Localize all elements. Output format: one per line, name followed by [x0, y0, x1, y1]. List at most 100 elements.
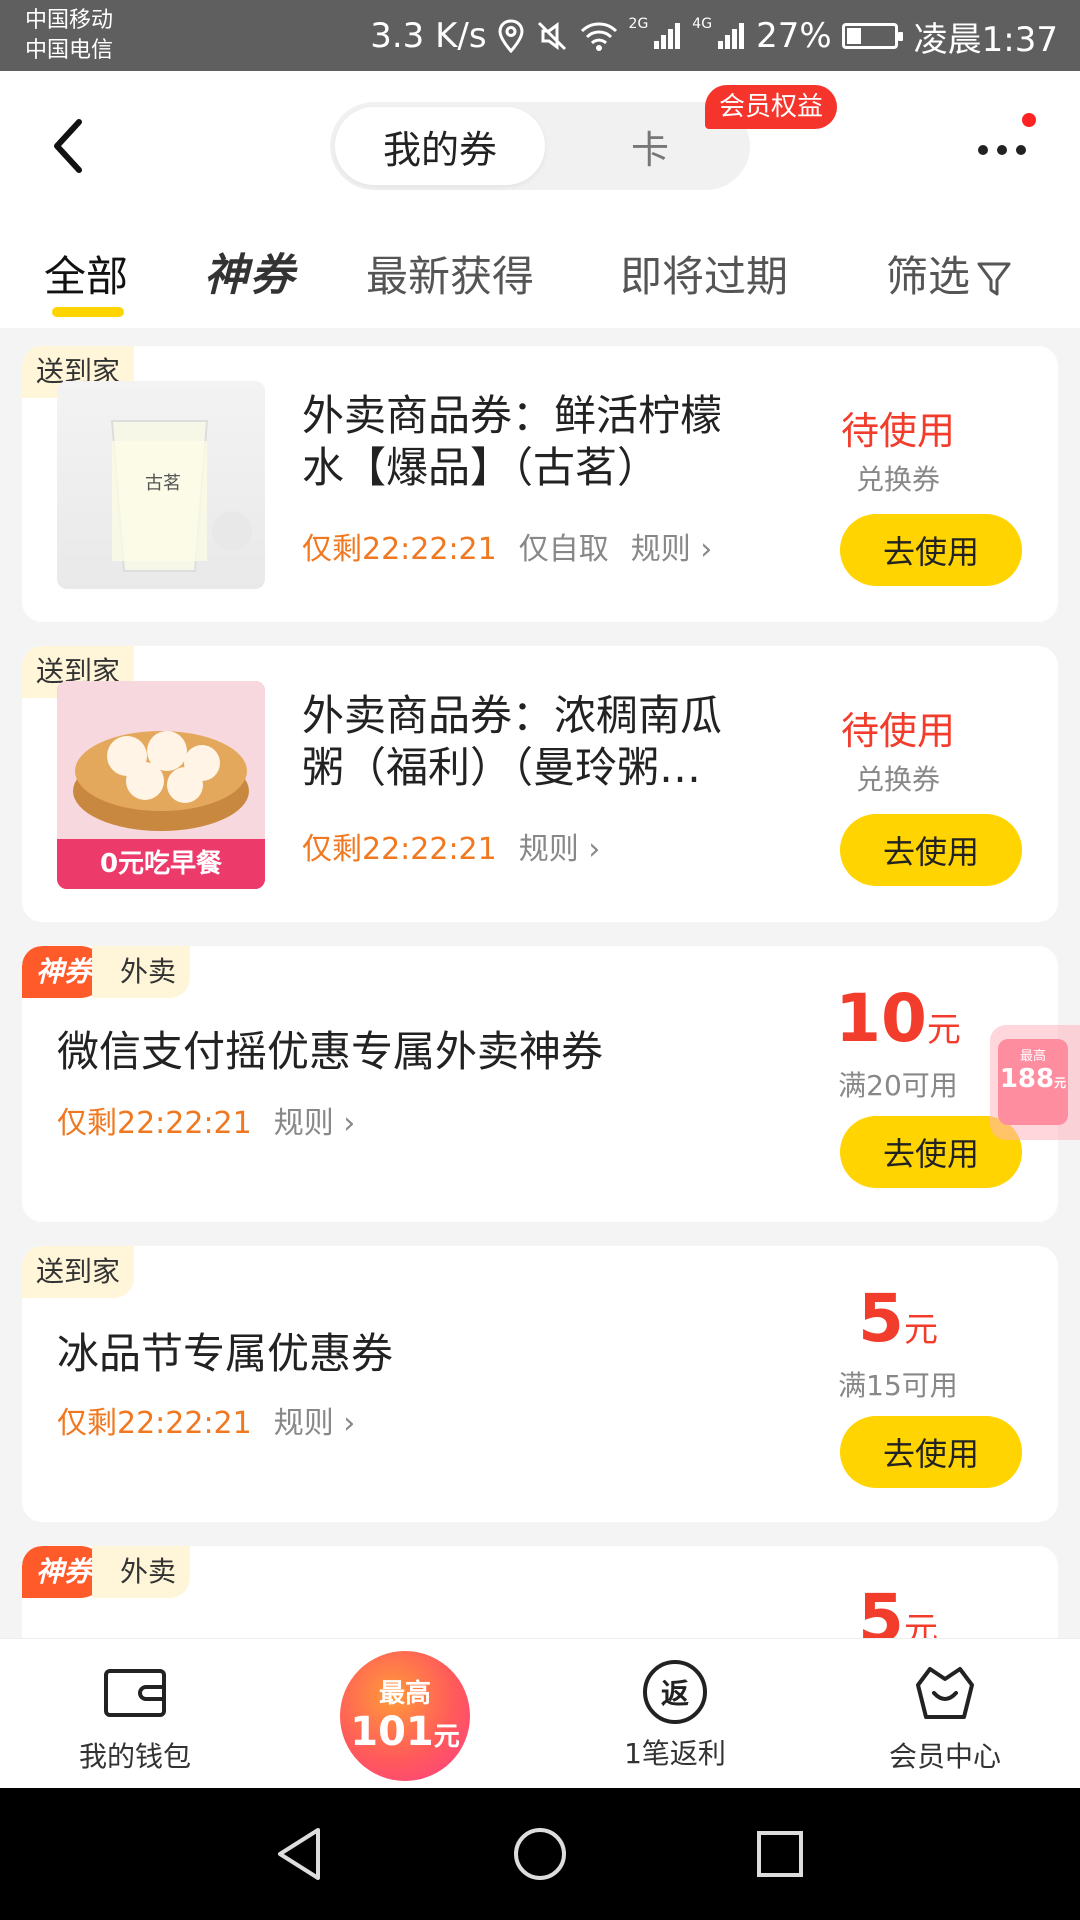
coupon-card[interactable]: 送到家 冰品节专属优惠券 仅剩22:22:21 规则 › 5元 满15可用 去使用 — [22, 1246, 1058, 1522]
coupon-card-switch: 我的券 卡 — [330, 102, 750, 190]
nav-member-center[interactable]: 会员中心 — [860, 1657, 1030, 1775]
amount-value: 5 — [858, 1580, 904, 1638]
nav-wallet-label: 我的钱包 — [78, 1740, 191, 1773]
coupon-title-line1: 外卖商品券：鲜活柠檬 — [302, 391, 723, 440]
rules-link[interactable]: 规则 › — [274, 1406, 356, 1441]
nav-member-label: 会员中心 — [888, 1740, 1001, 1773]
signal-type-2: 4G — [692, 16, 713, 32]
use-coupon-button[interactable]: 去使用 — [840, 1416, 1022, 1488]
countdown: 仅剩22:22:21 — [57, 1106, 252, 1141]
coupon-title-line2: 粥（福利）（曼玲粥… — [302, 743, 702, 792]
floating-promo-label: 最高 — [1019, 1049, 1046, 1064]
countdown: 仅剩22:22:21 — [302, 532, 497, 567]
coupon-amount: 10元 — [808, 980, 988, 1057]
battery-icon — [841, 23, 903, 49]
status-indicators: 3.3 K/s 2G 4G 27% 凌晨1:37 — [370, 14, 1058, 60]
use-coupon-button[interactable]: 去使用 — [840, 814, 1022, 886]
coupon-card[interactable]: 神券 外卖 5元 — [22, 1546, 1058, 1638]
filter-label: 筛选 — [886, 252, 971, 301]
coupon-title: 外卖商品券：鲜活柠檬 水【爆品】（古茗） — [302, 390, 722, 494]
tab-all[interactable]: 全部 — [44, 243, 128, 304]
coupon-meta: 仅剩22:22:21 规则 › — [57, 1098, 355, 1142]
recents-square-icon[interactable] — [750, 1824, 810, 1884]
chevron-right-icon: › — [343, 1106, 356, 1141]
product-image-dumplings: 0元吃早餐 — [57, 681, 265, 889]
coupon-meta: 仅剩22:22:21 仅自取 规则 › — [302, 524, 712, 568]
nav-rebate[interactable]: 返 1笔返利 — [590, 1657, 760, 1772]
coupon-amount: 5元 — [808, 1580, 988, 1638]
rules-label: 规则 — [518, 832, 579, 867]
coupon-amount: 5元 — [808, 1280, 988, 1357]
pickup-only: 仅自取 — [518, 532, 609, 567]
chevron-left-icon — [54, 119, 82, 173]
breakfast-promo-label: 0元吃早餐 — [57, 839, 265, 889]
amount-value: 10 — [835, 980, 927, 1057]
floating-promo-unit: 元 — [1054, 1076, 1067, 1090]
rules-link[interactable]: 规则 › — [274, 1106, 356, 1141]
rebate-icon-char: 返 — [660, 1677, 689, 1710]
coupon-status: 待使用 — [840, 709, 955, 753]
coupon-card[interactable]: 送到家 古茗 外卖商品券：鲜活柠檬 水【爆品】（古茗） 仅剩22:22:21 仅自… — [22, 346, 1058, 622]
coupon-condition: 满15可用 — [838, 1369, 958, 1402]
delivery-tag: 送到家 — [22, 1246, 135, 1298]
amount-value: 5 — [858, 1280, 904, 1357]
coupon-meta: 仅剩22:22:21 规则 › — [57, 1398, 355, 1442]
chevron-right-icon: › — [343, 1406, 356, 1441]
tab-expiring[interactable]: 即将过期 — [620, 243, 788, 304]
back-button[interactable] — [42, 111, 92, 181]
coupon-condition: 满20可用 — [838, 1069, 958, 1102]
rules-label: 规则 — [273, 1106, 334, 1141]
tab-newest[interactable]: 最新获得 — [366, 243, 534, 304]
carrier-1: 中国移动 — [25, 8, 114, 33]
location-icon — [498, 19, 524, 53]
tab-my-coupons[interactable]: 我的券 — [335, 107, 545, 185]
coupon-title-line1: 外卖商品券：浓稠南瓜 — [302, 691, 723, 740]
floating-promo[interactable]: 最高 188元 — [990, 1025, 1080, 1140]
promo-circle-button[interactable]: 最高 101元 — [340, 1651, 470, 1781]
chevron-right-icon: › — [588, 832, 601, 867]
takeout-tag-label: 外卖 — [92, 946, 191, 998]
more-options-button[interactable] — [972, 129, 1032, 169]
floating-promo-number: 188 — [999, 1064, 1055, 1094]
rules-link[interactable]: 规则 › — [519, 832, 601, 867]
coupon-title: 微信支付摇优惠专属外卖神券 — [57, 1027, 604, 1076]
vip-benefits-badge[interactable]: 会员权益 — [705, 85, 838, 129]
coupon-card[interactable]: 神券 外卖 微信支付摇优惠专属外卖神券 仅剩22:22:21 规则 › 10元 满… — [22, 946, 1058, 1222]
bottom-nav: 我的钱包 最高 101元 返 1笔返利 会员中心 — [0, 1638, 1080, 1788]
promo-circle-unit: 元 — [433, 1722, 460, 1752]
coupon-meta: 仅剩22:22:21 规则 › — [302, 824, 600, 868]
back-triangle-icon[interactable] — [270, 1824, 330, 1884]
countdown: 仅剩22:22:21 — [57, 1406, 252, 1441]
coupon-list: 送到家 古茗 外卖商品券：鲜活柠檬 水【爆品】（古茗） 仅剩22:22:21 仅自… — [0, 328, 1080, 1638]
product-image-lemon-drink: 古茗 — [57, 381, 265, 589]
coupon-kind: 兑换券 — [855, 463, 940, 496]
coupon-title: 冰品节专属优惠券 — [57, 1329, 394, 1378]
nav-wallet[interactable]: 我的钱包 — [50, 1657, 220, 1775]
wallet-icon — [104, 1669, 166, 1717]
battery-percent: 27% — [756, 16, 832, 56]
rules-link[interactable]: 规则 › — [631, 532, 713, 567]
page-header: 我的券 卡 会员权益 全部 神券 最新获得 即将过期 筛选 — [0, 71, 1080, 328]
rebate-icon: 返 — [643, 1660, 707, 1724]
rules-label: 规则 — [630, 532, 691, 567]
takeout-tag-label: 外卖 — [92, 1546, 191, 1598]
tab-shen-coupon[interactable]: 神券 — [204, 239, 296, 303]
carrier-info: 中国移动 中国电信 — [25, 6, 113, 66]
chevron-right-icon: › — [700, 532, 713, 567]
shen-coupon-tag: 神券 外卖 — [22, 946, 191, 998]
use-coupon-button[interactable]: 去使用 — [840, 514, 1022, 586]
filter-button[interactable]: 筛选 — [886, 243, 1012, 304]
clock: 凌晨1:37 — [913, 19, 1058, 60]
status-bar: 中国移动 中国电信 3.3 K/s 2G 4G 27% 凌晨1:37 — [0, 0, 1080, 71]
home-circle-icon[interactable] — [510, 1824, 570, 1884]
coupon-status: 待使用 — [840, 409, 955, 453]
notification-dot — [1022, 113, 1036, 127]
promo-circle-label: 最高 — [378, 1679, 431, 1709]
funnel-icon — [977, 262, 1011, 295]
system-nav-bar — [0, 1788, 1080, 1920]
coupon-title: 外卖商品券：浓稠南瓜 粥（福利）（曼玲粥… — [302, 690, 722, 794]
promo-circle-number: 101 — [350, 1709, 434, 1755]
product-brand-text: 古茗 — [145, 473, 181, 494]
amount-unit: 元 — [903, 1310, 938, 1350]
coupon-card[interactable]: 送到家 0元吃早餐 外卖商品券：浓稠南瓜 粥（福利）（曼玲粥… 仅剩22:22:… — [22, 646, 1058, 922]
